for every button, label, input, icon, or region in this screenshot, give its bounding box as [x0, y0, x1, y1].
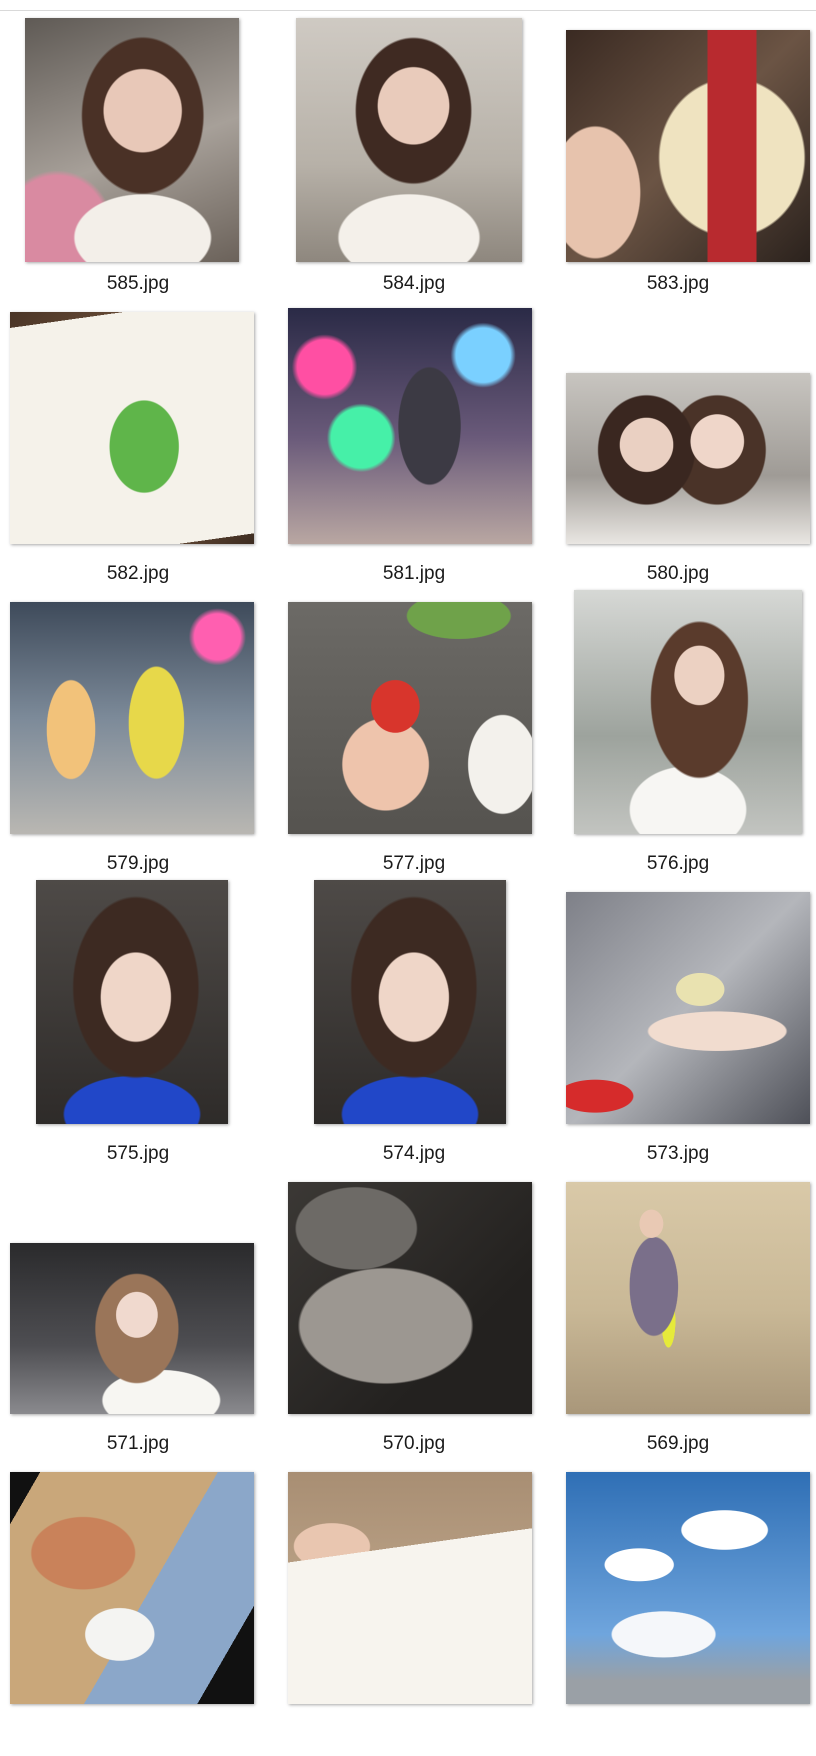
file-item[interactable]: 577.jpg	[276, 596, 552, 886]
file-thumbnail[interactable]	[36, 880, 228, 1124]
file-name: 571.jpg	[106, 1433, 170, 1454]
file-item[interactable]: 570.jpg	[276, 1176, 552, 1466]
file-item[interactable]: 574.jpg	[276, 880, 552, 1176]
file-thumbnail[interactable]	[566, 1182, 810, 1414]
file-name: 581.jpg	[382, 563, 446, 584]
file-item[interactable]: 581.jpg	[276, 306, 552, 596]
file-thumbnail[interactable]	[288, 1182, 532, 1414]
file-name: 569.jpg	[646, 1433, 710, 1454]
file-item[interactable]: 571.jpg	[0, 1176, 276, 1466]
file-name: 575.jpg	[106, 1143, 170, 1164]
file-thumbnail[interactable]	[10, 1243, 254, 1414]
file-thumbnail-grid: 585.jpg 584.jpg 583.jpg 582.jpg 581.jpg …	[0, 0, 816, 1704]
file-thumbnail[interactable]	[25, 18, 239, 262]
file-name: 583.jpg	[646, 273, 710, 294]
file-name: 580.jpg	[646, 563, 710, 584]
file-item[interactable]: 569.jpg	[540, 1176, 816, 1466]
file-thumbnail[interactable]	[566, 892, 810, 1124]
file-thumbnail[interactable]	[10, 312, 254, 544]
file-thumbnail[interactable]	[574, 590, 802, 834]
file-item[interactable]: 579.jpg	[0, 596, 276, 886]
file-item[interactable]	[0, 1466, 276, 1756]
file-item[interactable]: 575.jpg	[0, 880, 276, 1176]
file-name: 574.jpg	[382, 1143, 446, 1164]
file-item[interactable]	[540, 1466, 816, 1756]
file-name: 585.jpg	[106, 273, 170, 294]
file-thumbnail[interactable]	[566, 1472, 810, 1704]
file-name: 584.jpg	[382, 273, 446, 294]
file-item[interactable]: 580.jpg	[540, 306, 816, 596]
file-item[interactable]: 585.jpg	[0, 16, 276, 306]
file-name: 570.jpg	[382, 1433, 446, 1454]
file-thumbnail[interactable]	[296, 18, 522, 262]
file-thumbnail[interactable]	[10, 602, 254, 834]
file-thumbnail[interactable]	[10, 1472, 254, 1704]
file-name: 579.jpg	[106, 853, 170, 874]
file-thumbnail[interactable]	[566, 373, 810, 544]
file-thumbnail[interactable]	[288, 1472, 532, 1704]
file-thumbnail[interactable]	[566, 30, 810, 262]
file-thumbnail[interactable]	[288, 602, 532, 834]
file-item[interactable]: 582.jpg	[0, 306, 276, 596]
file-name: 582.jpg	[106, 563, 170, 584]
file-item[interactable]	[276, 1466, 552, 1756]
file-item[interactable]: 573.jpg	[540, 886, 816, 1176]
file-name: 573.jpg	[646, 1143, 710, 1164]
file-item[interactable]: 584.jpg	[276, 16, 552, 306]
file-item[interactable]: 583.jpg	[540, 16, 816, 306]
file-thumbnail[interactable]	[314, 880, 506, 1124]
file-item[interactable]: 576.jpg	[540, 590, 816, 886]
file-name: 577.jpg	[382, 853, 446, 874]
file-name: 576.jpg	[646, 853, 710, 874]
file-thumbnail[interactable]	[288, 308, 532, 544]
